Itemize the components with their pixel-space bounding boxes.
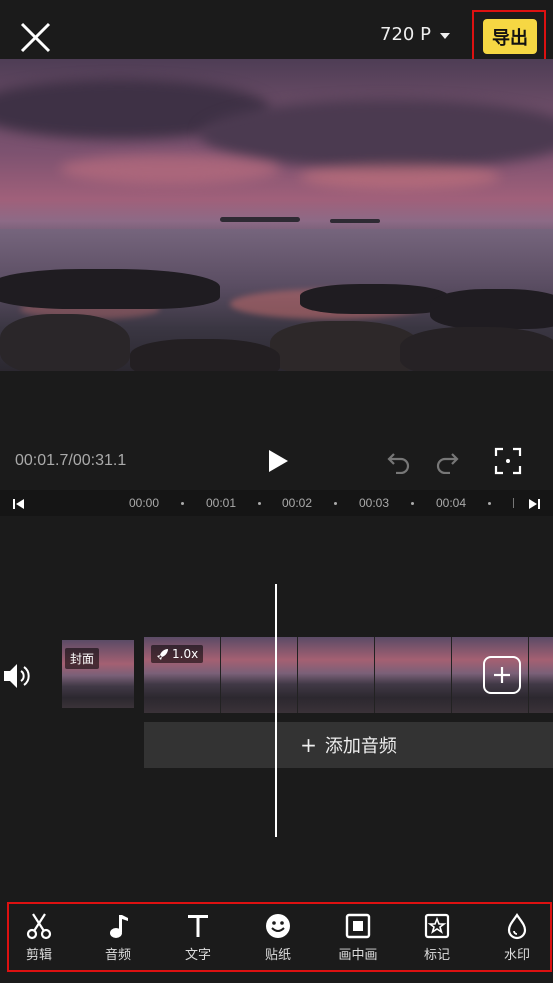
undo-icon[interactable] — [386, 448, 412, 474]
tool-label: 音频 — [104, 948, 131, 963]
video-preview[interactable] — [0, 59, 553, 371]
ruler-dot — [181, 502, 184, 505]
caret-down-icon[interactable] — [440, 33, 450, 39]
skip-to-start-icon[interactable] — [12, 497, 26, 511]
cloud-glow — [60, 154, 280, 184]
rocket-icon — [157, 648, 168, 660]
rock — [400, 327, 553, 371]
playhead[interactable] — [275, 584, 277, 837]
sticker-icon — [266, 914, 290, 938]
tool-label: 画中画 — [338, 948, 378, 963]
clip-frame — [375, 637, 452, 713]
time-display: 00:01.7/00:31.1 — [15, 452, 127, 469]
tool-label: 水印 — [503, 948, 530, 963]
tool-watermark[interactable]: 水印 — [489, 912, 545, 968]
fullscreen-icon[interactable] — [494, 447, 522, 475]
ruler-dot — [488, 502, 491, 505]
cover-thumbnail[interactable]: 封面 — [62, 640, 134, 708]
picture-in-picture-icon — [345, 913, 371, 939]
clip-frame — [298, 637, 375, 713]
tool-picture-in-picture[interactable]: 画中画 — [330, 912, 386, 968]
rock — [300, 284, 450, 314]
rock — [430, 289, 553, 329]
plus-icon: + — [300, 733, 317, 757]
tool-label: 贴纸 — [264, 948, 291, 963]
tool-mark[interactable]: 标记 — [409, 912, 465, 968]
close-icon[interactable] — [18, 20, 54, 56]
tool-label: 剪辑 — [25, 948, 52, 963]
ruler-tick: 00:00 — [129, 496, 160, 510]
rock — [0, 314, 130, 371]
tool-audio[interactable]: 音频 — [90, 912, 146, 968]
music-note-icon — [110, 915, 128, 938]
ruler-dot — [334, 502, 337, 505]
star-mark-icon — [424, 913, 450, 939]
distant-island — [330, 219, 380, 223]
play-icon[interactable] — [266, 449, 290, 473]
speed-label: 1.0x — [172, 647, 199, 661]
distant-island — [220, 217, 300, 222]
time-ruler[interactable] — [0, 490, 553, 516]
text-icon — [188, 915, 208, 937]
plus-icon — [494, 667, 510, 683]
top-bar — [0, 0, 553, 60]
ruler-tick: 00:04 — [436, 496, 467, 510]
scissors-icon — [26, 913, 52, 940]
cover-label: 封面 — [65, 648, 100, 669]
add-clip-button[interactable] — [483, 656, 521, 694]
rock — [130, 339, 280, 371]
ruler-tick: 00:01 — [206, 496, 237, 510]
add-audio-button[interactable]: + 添加音频 — [144, 722, 553, 768]
watermark-drop-icon — [507, 913, 527, 940]
redo-icon[interactable] — [434, 448, 460, 474]
tool-label: 文字 — [184, 948, 211, 963]
tool-label: 标记 — [423, 948, 450, 963]
rock — [0, 269, 220, 309]
tool-sticker[interactable]: 贴纸 — [250, 912, 306, 968]
clip-frame — [221, 637, 298, 713]
export-button[interactable]: 导出 — [483, 19, 537, 54]
add-audio-label: 添加音频 — [324, 736, 397, 757]
cloud-glow — [300, 164, 500, 189]
clip-frame — [529, 637, 553, 713]
skip-to-end-icon[interactable] — [527, 497, 541, 511]
resolution-selector[interactable]: 720 P — [380, 24, 431, 45]
ruler-tick: 00:03 — [359, 496, 390, 510]
tool-edit[interactable]: 剪辑 — [11, 912, 67, 968]
ruler-dot — [513, 498, 514, 508]
ruler-dot — [258, 502, 261, 505]
ruler-tick: 00:02 — [282, 496, 313, 510]
ruler-dot — [411, 502, 414, 505]
tool-text[interactable]: 文字 — [170, 912, 226, 968]
rock — [270, 321, 420, 371]
speed-badge[interactable]: 1.0x — [151, 645, 204, 663]
speaker-icon[interactable] — [2, 661, 32, 691]
